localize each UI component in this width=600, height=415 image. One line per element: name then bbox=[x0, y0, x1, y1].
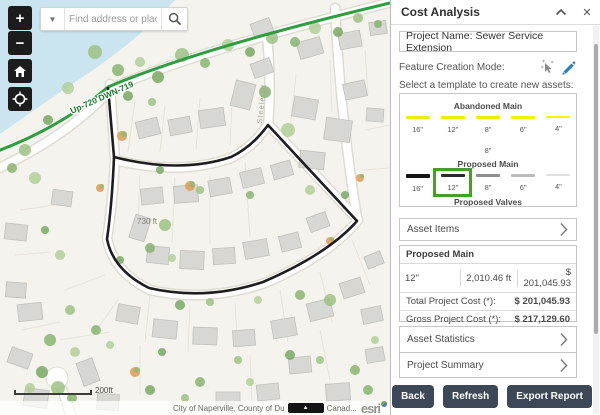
panel-header: Cost Analysis ✕ bbox=[391, 0, 600, 25]
attribution-bar: City of Naperville, County of Du ▲ Canad… bbox=[0, 401, 390, 415]
locate-button[interactable] bbox=[8, 87, 32, 111]
search-input[interactable] bbox=[65, 14, 161, 25]
section-project-summary[interactable]: Project Summary bbox=[399, 352, 577, 378]
back-button[interactable]: Back bbox=[392, 385, 434, 408]
template-list: Abandoned Main16"12"8"6"4"8"Proposed Mai… bbox=[399, 93, 577, 207]
asset-size: 12" bbox=[400, 270, 461, 287]
cost-group-header: Proposed Main bbox=[400, 246, 576, 264]
template-item-proposed-main-8in[interactable]: 8" bbox=[471, 171, 504, 194]
search-source-dropdown[interactable]: ▼ bbox=[41, 8, 65, 30]
template-item-abandoned-main-6in[interactable]: 6" bbox=[507, 113, 540, 135]
feature-creation-mode-row: Feature Creation Mode: bbox=[399, 55, 577, 79]
asset-length: 2,010.46 ft bbox=[461, 270, 518, 287]
export-report-button[interactable]: Export Report bbox=[507, 385, 592, 408]
chevron-right-icon bbox=[560, 222, 576, 237]
home-icon bbox=[13, 65, 27, 78]
scale-bar: 200ft bbox=[14, 386, 113, 395]
template-item-abandoned-main-16in[interactable]: 16" bbox=[401, 113, 434, 135]
collapse-button[interactable] bbox=[548, 0, 574, 24]
section-asset-statistics[interactable]: Asset Statistics bbox=[399, 326, 577, 352]
cost-analysis-panel: Cost Analysis ✕ Project Name: Sewer Serv… bbox=[390, 0, 600, 415]
smart-mode-button[interactable] bbox=[537, 57, 557, 77]
attribution-text: City of Naperville, County of Du bbox=[173, 404, 285, 413]
scale-label: 200ft bbox=[95, 386, 113, 395]
template-group-abandoned-main: Abandoned Main bbox=[400, 101, 576, 111]
magnifier-icon bbox=[168, 12, 182, 26]
map-canvas[interactable]: Up-720 DWN-719 Steele Ct 730 ft bbox=[0, 0, 390, 415]
zoom-out-button[interactable]: − bbox=[8, 31, 32, 55]
app-window: Up-720 DWN-719 Steele Ct 730 ft + − ▼ bbox=[0, 0, 600, 415]
esri-globe-icon bbox=[381, 401, 387, 407]
chevron-up-icon bbox=[555, 8, 567, 16]
zoom-in-button[interactable]: + bbox=[8, 6, 32, 30]
total-cost-label: Total Project Cost (*): bbox=[400, 293, 515, 310]
chevron-right-icon bbox=[560, 358, 576, 373]
distance-label: 730 ft bbox=[137, 217, 158, 226]
template-item-proposed-main-4in[interactable]: 4" bbox=[542, 171, 575, 194]
panel-title: Cost Analysis bbox=[391, 5, 548, 19]
template-item-proposed-main-6in[interactable]: 6" bbox=[507, 171, 540, 194]
panel-scrollbar bbox=[593, 26, 599, 414]
total-cost-value: $ 201,045.93 bbox=[515, 293, 576, 310]
attribution-expand-button[interactable]: ▲ bbox=[288, 403, 324, 413]
total-cost-row: Total Project Cost (*): $ 201,045.93 bbox=[400, 293, 576, 311]
attribution-text-2: Canad... bbox=[327, 404, 357, 413]
search-box: ▼ bbox=[40, 7, 188, 31]
caret-down-icon: ▼ bbox=[49, 15, 57, 24]
project-name-box: Project Name: Sewer Service Extension bbox=[399, 31, 577, 52]
pencil-icon bbox=[559, 59, 576, 76]
esri-logo: esri bbox=[361, 401, 388, 415]
asset-cost: $ 201,045.93 bbox=[518, 264, 576, 292]
refresh-button[interactable]: Refresh bbox=[443, 385, 498, 408]
template-item-proposed-main-12in[interactable]: 12" bbox=[436, 171, 469, 194]
cost-table: Proposed Main 12" 2,010.46 ft $ 201,045.… bbox=[399, 245, 577, 322]
locate-icon bbox=[12, 91, 28, 107]
close-button[interactable]: ✕ bbox=[574, 0, 600, 24]
template-group-proposed-valves: Proposed Valves bbox=[400, 197, 576, 207]
select-template-label: Select a template to create new assets: bbox=[399, 80, 577, 91]
close-icon: ✕ bbox=[582, 6, 591, 19]
chevron-right-icon bbox=[560, 332, 576, 347]
panel-buttons: Back Refresh Export Report bbox=[391, 385, 593, 408]
home-button[interactable] bbox=[8, 59, 32, 83]
template-group-proposed-main: Proposed Main bbox=[400, 159, 576, 169]
project-name: Project Name: Sewer Service Extension bbox=[406, 30, 576, 54]
template-item-abandoned-main-8in[interactable]: 8" bbox=[471, 135, 505, 156]
caret-up-icon: ▲ bbox=[303, 405, 309, 411]
template-item-abandoned-main-12in[interactable]: 12" bbox=[436, 113, 469, 135]
search-button[interactable] bbox=[161, 8, 187, 30]
template-item-proposed-main-16in[interactable]: 16" bbox=[401, 171, 434, 194]
template-item-abandoned-main-8in[interactable]: 8" bbox=[471, 113, 504, 135]
draw-mode-button[interactable] bbox=[557, 57, 577, 77]
scrollbar-thumb[interactable] bbox=[594, 44, 598, 334]
section-asset-items[interactable]: Asset Items bbox=[399, 218, 577, 241]
map-container[interactable]: Up-720 DWN-719 Steele Ct 730 ft + − ▼ bbox=[0, 0, 390, 415]
feature-creation-mode-label: Feature Creation Mode: bbox=[399, 62, 537, 73]
asset-row: 12" 2,010.46 ft $ 201,045.93 bbox=[400, 264, 576, 293]
cursor-wand-icon bbox=[539, 59, 555, 75]
template-item-abandoned-main-4in[interactable]: 4" bbox=[542, 113, 575, 135]
